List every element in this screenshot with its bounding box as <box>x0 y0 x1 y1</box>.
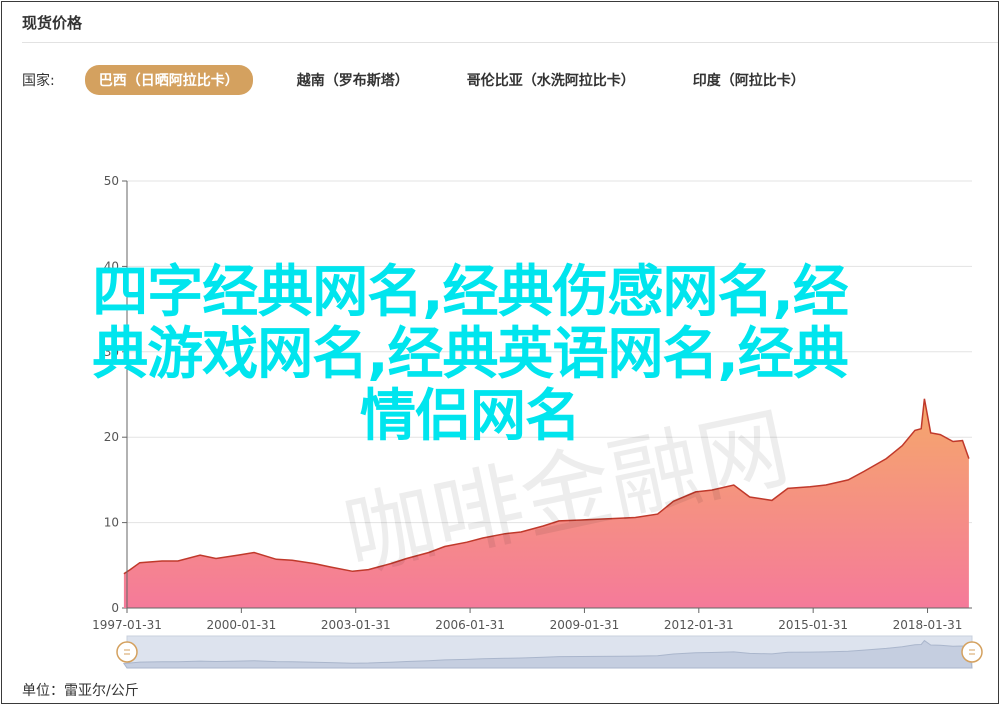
x-tick-label: 2015-01-31 <box>778 618 848 632</box>
y-tick-label: 40 <box>104 259 119 273</box>
y-tick-label: 10 <box>104 516 119 530</box>
x-tick-label: 2006-01-31 <box>435 618 505 632</box>
x-tick-label: 2012-01-31 <box>664 618 734 632</box>
y-tick-label: 30 <box>104 345 119 359</box>
x-tick-label: 2000-01-31 <box>206 618 276 632</box>
price-chart: 0 10 20 30 40 50 1997-01-31 2000-01-31 2003-01-3… <box>92 174 983 669</box>
zoom-handle-right[interactable] <box>961 641 983 663</box>
x-tick-label: 1997-01-31 <box>92 618 162 632</box>
y-tick-label: 50 <box>104 174 119 188</box>
x-tick-label: 2018-01-31 <box>893 618 963 632</box>
y-tick-label: 20 <box>104 430 119 444</box>
y-tick-label: 0 <box>111 601 119 615</box>
zoom-handle-left[interactable] <box>116 641 138 663</box>
x-tick-label: 2003-01-31 <box>321 618 391 632</box>
price-area <box>123 398 969 608</box>
x-tick-label: 2009-01-31 <box>550 618 620 632</box>
